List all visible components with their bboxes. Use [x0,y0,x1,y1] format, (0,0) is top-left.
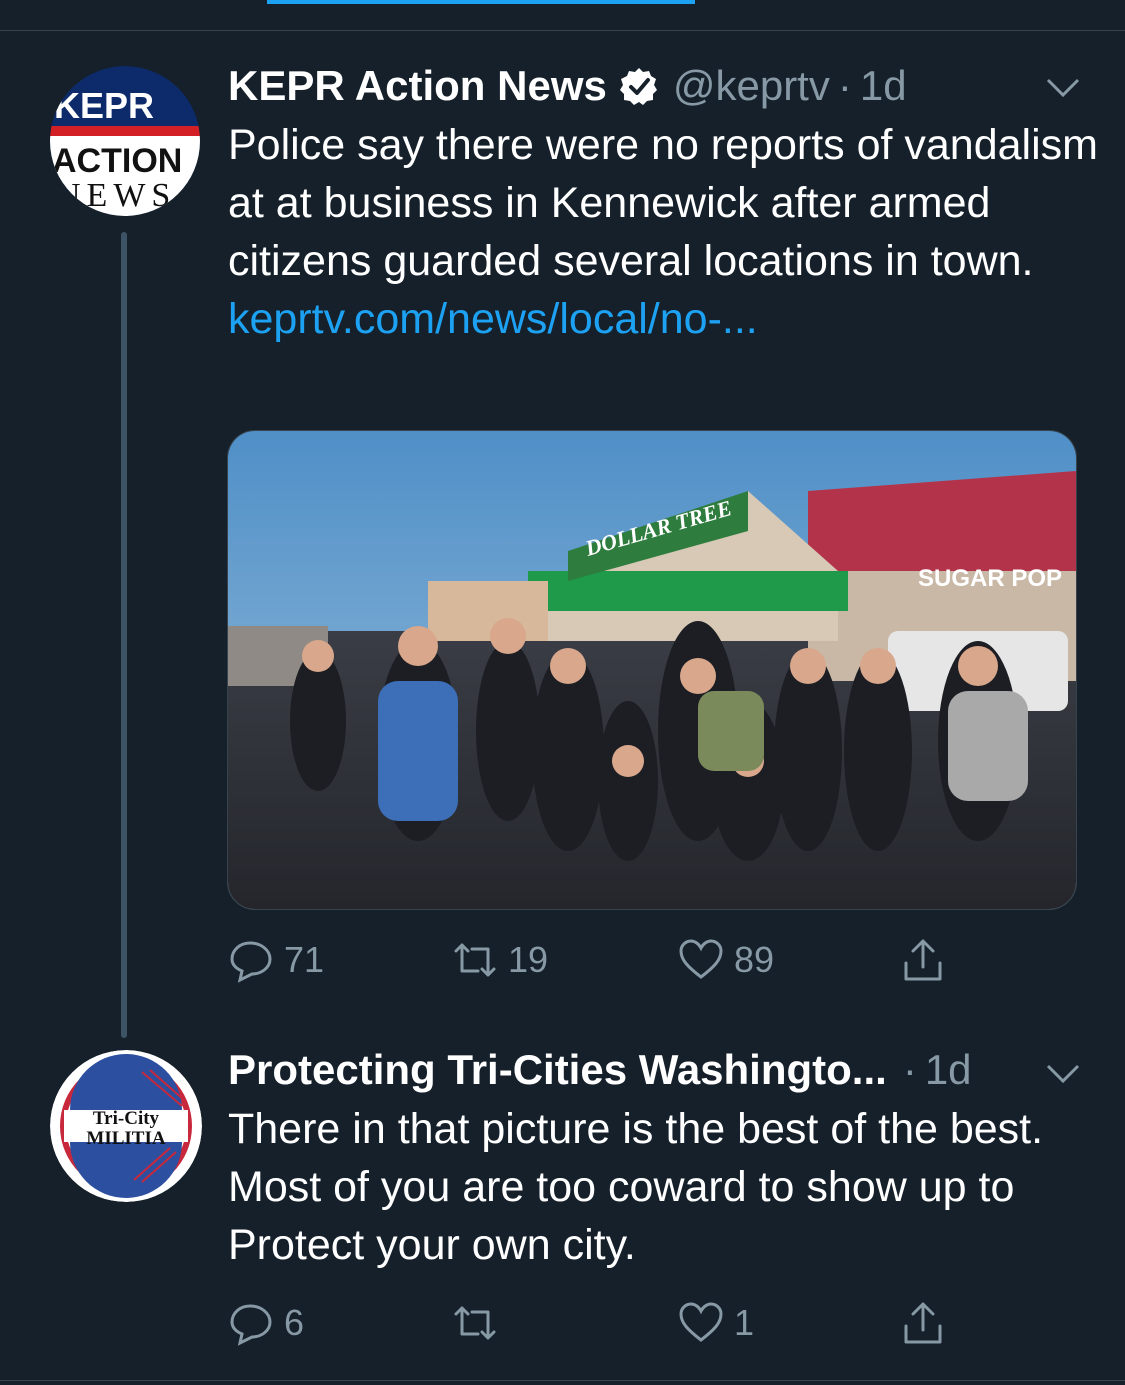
svg-text:KEPR: KEPR [54,85,154,126]
reply-count: 6 [284,1302,305,1343]
display-name[interactable]: Protecting Tri-Cities Washingto... [228,1046,887,1094]
group-photo: SUGAR POP DOLLAR TREE [228,431,1076,909]
tweet-header: KEPR Action News @keprtv · 1d [228,58,907,114]
display-name[interactable]: KEPR Action News [228,62,607,110]
kepr-logo: KEPR ACTION NEWS [50,66,200,216]
like-button[interactable]: 1 [678,1298,754,1348]
tweet-kepr[interactable]: KEPR ACTION NEWS KEPR Action News @keprt… [0,0,1125,1040]
heart-icon [679,939,723,979]
reply-icon [230,941,272,983]
svg-text:ACTION: ACTION [52,142,182,180]
separator-dot: · [902,1046,917,1093]
avatar-tricity[interactable]: Tri-City MILITIA [50,1050,202,1202]
retweet-icon [454,1306,496,1340]
retweet-button[interactable]: 19 [452,935,548,985]
like-count: 1 [734,1302,755,1343]
tweet-body: There in that picture is the best of the… [228,1100,1088,1274]
handle[interactable]: @keprtv [673,62,830,110]
chevron-down-icon[interactable] [1045,1062,1081,1086]
tweet-link[interactable]: keprtv.com/news/local/no-... [228,290,1098,348]
retweet-count: 19 [508,939,549,980]
tweet-actions: 6 1 [228,1298,988,1348]
svg-text:NEWS: NEWS [56,177,176,214]
tweet-body: Police say there were no reports of vand… [228,116,1098,348]
share-icon [904,939,942,981]
reply-count: 71 [284,939,325,980]
tweet-photo[interactable]: SUGAR POP DOLLAR TREE [227,430,1077,910]
verified-badge-icon [619,66,659,106]
tweet-actions: 71 19 89 [228,935,988,985]
separator-dot: · [837,62,852,109]
share-icon [904,1302,942,1344]
tweet-header: Protecting Tri-Cities Washingto... · 1d [228,1042,972,1098]
thread-line [121,232,127,1038]
chevron-down-icon[interactable] [1045,76,1081,100]
sugar-pop-sign: SUGAR POP [918,565,1062,592]
like-button[interactable]: 89 [678,935,774,985]
svg-text:SUGAR POP: SUGAR POP [918,565,1062,592]
tri-city-militia-logo: Tri-City MILITIA [50,1050,202,1202]
retweet-button[interactable] [452,1298,498,1348]
reply-icon [230,1304,272,1346]
tweet-text: Police say there were no reports of vand… [228,121,1098,285]
avatar-kepr[interactable]: KEPR ACTION NEWS [50,66,200,216]
svg-text:Tri-City: Tri-City [93,1108,160,1129]
heart-icon [679,1302,723,1342]
divider [0,1380,1125,1381]
timestamp[interactable]: 1d [860,62,907,110]
retweet-icon [454,943,496,977]
like-count: 89 [734,939,775,980]
reply-button[interactable]: 6 [228,1298,304,1348]
tweet-text: There in that picture is the best of the… [228,1105,1044,1269]
svg-text:MILITIA: MILITIA [86,1128,165,1149]
reply-button[interactable]: 71 [228,935,324,985]
share-button[interactable] [900,935,946,985]
tweet-tricity[interactable]: Tri-City MILITIA Protecting Tri-Cities W… [0,1040,1125,1380]
timestamp[interactable]: 1d [925,1046,972,1094]
share-button[interactable] [900,1298,946,1348]
